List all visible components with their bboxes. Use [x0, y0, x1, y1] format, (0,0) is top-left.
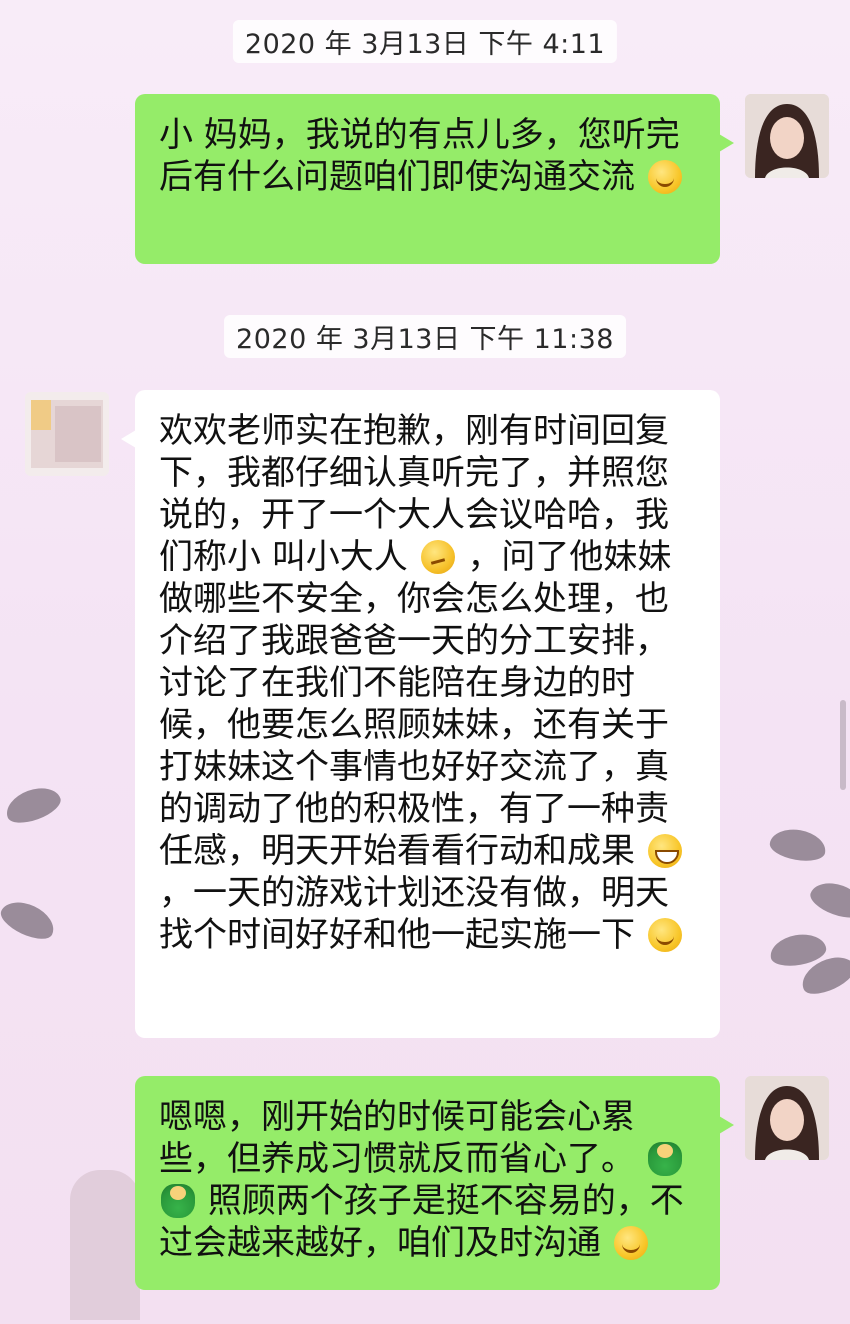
scrollbar-thumb[interactable] — [840, 700, 846, 790]
grin-emoji-icon — [647, 834, 682, 868]
smile-emoji-icon — [647, 918, 682, 952]
message-text: ，问了他妹妹做哪些不安全，你会怎么处理，也介绍了我跟爸爸一天的分工安排，讨论了在… — [159, 537, 672, 871]
thinking-emoji-icon — [420, 540, 455, 574]
sprout-emoji-icon — [161, 1184, 195, 1218]
leaf-decoration-icon — [806, 876, 850, 924]
avatar[interactable] — [25, 392, 109, 476]
chat-screen: 2020 年 3月13日 下午 4:11 小 妈妈，我说的有点儿多，您听完后有什… — [0, 0, 850, 1324]
message-timestamp: 2020 年 3月13日 下午 11:38 — [224, 315, 626, 358]
avatar[interactable] — [745, 1076, 829, 1160]
message-text: 照顾两个孩子是挺不容易的，不过会越来越好，咱们及时沟通 — [159, 1181, 684, 1263]
message-bubble-received[interactable]: 欢欢老师实在抱歉，刚有时间回复下，我都仔细认真听完了，并照您说的，开了一个大人会… — [121, 390, 720, 1038]
message-bubble-sent[interactable]: 嗯嗯，刚开始的时候可能会心累些，但养成习惯就反而省心了。 照顾两个孩子是挺不容易… — [135, 1076, 734, 1290]
leaf-decoration-icon — [0, 894, 60, 946]
smile-emoji-icon — [647, 160, 682, 194]
smile-emoji-icon — [613, 1226, 648, 1260]
sprout-emoji-icon — [647, 1142, 682, 1176]
message-text: 嗯嗯，刚开始的时候可能会心累些，但养成习惯就反而省心了。 — [159, 1097, 635, 1179]
leaf-decoration-icon — [767, 825, 829, 865]
message-timestamp: 2020 年 3月13日 下午 4:11 — [232, 20, 618, 63]
avatar[interactable] — [745, 94, 829, 178]
leaf-decoration-icon — [1, 781, 65, 829]
cat-illustration — [70, 1170, 140, 1320]
message-text: ，一天的游戏计划还没有做，明天找个时间好好和他一起实施一下 — [159, 873, 669, 955]
message-text: 小 妈妈，我说的有点儿多，您听完后有什么问题咱们即使沟通交流 — [159, 115, 680, 197]
message-bubble-sent[interactable]: 小 妈妈，我说的有点儿多，您听完后有什么问题咱们即使沟通交流 — [135, 94, 734, 264]
